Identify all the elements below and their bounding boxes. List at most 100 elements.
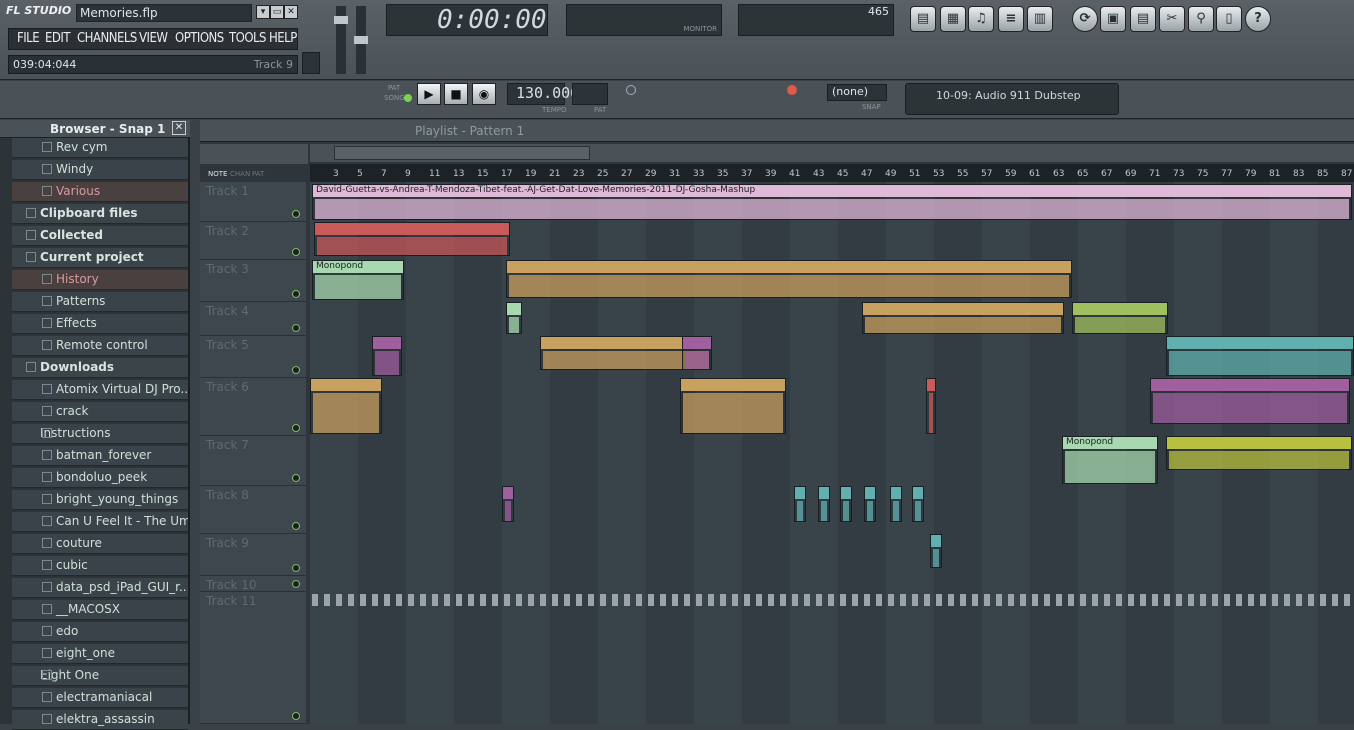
browser-item[interactable]: eight_one <box>12 644 188 664</box>
track-header[interactable]: Track 5 <box>200 336 306 378</box>
tab-chan[interactable]: CHAN <box>230 170 250 178</box>
playlist-clip[interactable] <box>1150 378 1350 424</box>
track-mute-led[interactable] <box>292 564 300 572</box>
browser-item[interactable]: Can U Feel It - The Um... <box>12 512 188 532</box>
track-header[interactable]: Track 4 <box>200 302 306 336</box>
export-icon[interactable]: ▤ <box>1130 6 1156 32</box>
browser-item[interactable]: Remote control <box>12 336 188 356</box>
browser-item[interactable]: batman_forever <box>12 446 188 466</box>
browser-item[interactable]: Windy <box>12 160 188 180</box>
menu-icon[interactable]: ▾ <box>256 5 270 19</box>
browser-item[interactable]: Collected <box>12 226 188 246</box>
playlist-clip[interactable] <box>862 302 1064 334</box>
play-button[interactable]: ▶ <box>417 83 441 105</box>
track-header[interactable]: Track 2 <box>200 222 306 260</box>
mini-icon[interactable] <box>302 52 320 74</box>
track-mute-led[interactable] <box>292 290 300 298</box>
close-icon[interactable]: ✕ <box>284 5 298 19</box>
playlist-clip[interactable] <box>1166 336 1354 376</box>
news-panel[interactable]: 10-09: Audio 911 Dubstep <box>905 83 1119 115</box>
playlist-clip[interactable] <box>506 260 1072 298</box>
tools-icon[interactable]: ✂ <box>1159 6 1185 32</box>
tab-pat[interactable]: PAT <box>252 170 264 178</box>
metronome-led[interactable] <box>626 85 636 95</box>
browser-item[interactable]: cubic <box>12 556 188 576</box>
master-pitch-slider[interactable] <box>354 6 368 74</box>
browser-item[interactable]: elektra_assassin <box>12 710 188 730</box>
playlist-clip[interactable] <box>1166 436 1352 470</box>
browser-close-icon[interactable]: ✕ <box>172 121 186 135</box>
snap-select[interactable]: (none) <box>827 84 887 101</box>
track-header[interactable]: Track 6 <box>200 378 306 436</box>
track-mute-led[interactable] <box>292 248 300 256</box>
playlist-clip[interactable] <box>794 486 806 522</box>
menu-view[interactable]: VIEW <box>139 31 168 46</box>
menu-options[interactable]: OPTIONS <box>175 31 224 46</box>
track-header[interactable]: Track 11 <box>200 592 306 724</box>
browser-item[interactable]: Rev cym <box>12 138 188 158</box>
browser-item[interactable]: electramaniacal <box>12 688 188 708</box>
track-header[interactable]: Track 10 <box>200 576 306 592</box>
recorder-icon[interactable]: ⟳ <box>1072 6 1098 32</box>
browser-item[interactable]: Clipboard files <box>12 204 188 224</box>
timeline-ruler[interactable]: 3 5 7 9 11 13 15 17 19 21 23 25 27 29 31 33 35 37 39 41 43 45… <box>310 164 1354 182</box>
browser-item[interactable]: bright_young_things <box>12 490 188 510</box>
browser-item[interactable]: Atomix Virtual DJ Pro... <box>12 380 188 400</box>
browser-item[interactable]: Patterns <box>12 292 188 312</box>
browser-item[interactable]: Downloads <box>12 358 188 378</box>
playlist-clip[interactable] <box>926 378 936 434</box>
browser-view-icon[interactable]: ≡ <box>998 6 1024 32</box>
horizontal-scrollbar[interactable] <box>310 144 1354 162</box>
step-sequencer-icon[interactable]: ▦ <box>940 6 966 32</box>
menu-help[interactable]: HELP <box>269 31 297 46</box>
document-icon[interactable]: ▯ <box>1216 6 1242 32</box>
track-header[interactable]: Track 8 <box>200 486 306 534</box>
browser-item[interactable]: Current project <box>12 248 188 268</box>
playlist-clip[interactable]: David-Guetta-vs-Andrea-T-Mendoza-Tibet-f… <box>312 184 1352 220</box>
playlist-clip[interactable] <box>864 486 876 522</box>
playlist-clip[interactable] <box>680 378 786 434</box>
track-header[interactable]: Track 7 <box>200 436 306 486</box>
track-mute-led[interactable] <box>292 366 300 374</box>
song-mode-led[interactable] <box>404 94 412 102</box>
playlist-clip[interactable]: Monopond <box>1062 436 1158 484</box>
browser-item[interactable]: History <box>12 270 188 290</box>
playlist-clip[interactable] <box>840 486 852 522</box>
playlist-grid[interactable]: David-Guetta-vs-Andrea-T-Mendoza-Tibet-f… <box>310 182 1354 724</box>
mixer-icon[interactable]: ▥ <box>1027 6 1053 32</box>
track-mute-led[interactable] <box>292 210 300 218</box>
track-mute-led[interactable] <box>292 712 300 720</box>
restore-icon[interactable]: ▭ <box>270 5 284 19</box>
browser-item[interactable]: Eight One <box>12 666 188 686</box>
master-volume-slider[interactable] <box>334 6 348 74</box>
track-mute-led[interactable] <box>292 522 300 530</box>
track-mute-led[interactable] <box>292 324 300 332</box>
record-mode-led[interactable] <box>787 85 797 95</box>
record-button[interactable]: ◉ <box>472 83 496 105</box>
browser-item[interactable]: edo <box>12 622 188 642</box>
playlist-clip[interactable] <box>314 222 510 256</box>
playlist-view-icon[interactable]: ▤ <box>910 6 936 32</box>
playlist-clip[interactable] <box>1072 302 1168 334</box>
tempo-display[interactable]: 130.000 <box>507 83 579 105</box>
playlist-clip[interactable] <box>682 336 712 370</box>
playlist-clip[interactable] <box>890 486 902 522</box>
browser-item[interactable]: Effects <box>12 314 188 334</box>
browser-item[interactable]: bondoluo_peek <box>12 468 188 488</box>
browser-item[interactable]: data_psd_iPad_GUI_r... <box>12 578 188 598</box>
playlist-clip[interactable] <box>502 486 514 522</box>
piano-roll-icon[interactable]: ♫ <box>968 6 994 32</box>
tab-note[interactable]: NOTE <box>208 170 227 178</box>
track-header[interactable]: Track 9 <box>200 534 306 576</box>
menu-channels[interactable]: CHANNELS <box>77 31 137 46</box>
menu-edit[interactable]: EDIT <box>45 31 70 46</box>
playlist-clip[interactable]: Monopond <box>312 260 404 300</box>
menu-file[interactable]: FILE <box>17 31 40 46</box>
playlist-clip[interactable] <box>912 486 924 522</box>
track-mute-led[interactable] <box>292 580 300 588</box>
playlist-clip[interactable] <box>818 486 830 522</box>
stop-button[interactable]: ■ <box>444 83 468 105</box>
track-mute-led[interactable] <box>292 474 300 482</box>
playlist-clip[interactable] <box>310 378 382 434</box>
playlist-clip[interactable] <box>506 302 522 334</box>
